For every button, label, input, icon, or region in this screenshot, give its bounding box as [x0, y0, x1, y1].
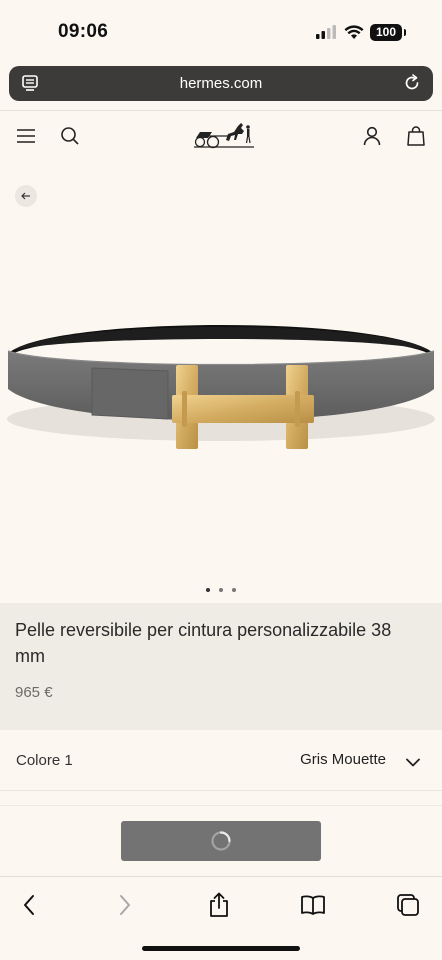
status-icons: 100 [316, 23, 406, 41]
status-time: 09:06 [58, 21, 109, 42]
account-icon[interactable] [360, 124, 384, 148]
bookmarks-icon[interactable] [299, 891, 327, 919]
add-to-cart-button[interactable] [121, 821, 321, 861]
carousel-dots[interactable] [0, 588, 442, 592]
url-text: hermes.com [179, 75, 263, 92]
reload-icon[interactable] [402, 73, 422, 98]
menu-icon[interactable] [14, 124, 38, 148]
color-label: Colore 1 [16, 752, 73, 769]
divider [0, 805, 442, 806]
divider [0, 790, 442, 791]
address-bar[interactable]: hermes.com [9, 66, 433, 101]
battery-icon: 100 [370, 23, 406, 41]
back-icon[interactable] [15, 891, 43, 919]
forward-icon[interactable] [111, 891, 139, 919]
signal-icon [316, 25, 336, 39]
loading-spinner-icon [211, 831, 231, 851]
product-price: 965 € [15, 684, 53, 701]
carousel-dot[interactable] [232, 588, 236, 592]
product-gallery[interactable] [0, 161, 442, 603]
product-title: Pelle reversibile per cintura personaliz… [15, 620, 392, 666]
carousel-dot[interactable] [206, 588, 210, 592]
status-bar: 09:06 100 [0, 0, 442, 62]
search-icon[interactable] [58, 124, 82, 148]
share-icon[interactable] [205, 891, 233, 919]
bag-icon[interactable] [404, 124, 428, 148]
wifi-icon [344, 24, 364, 39]
chevron-down-icon[interactable] [406, 754, 420, 772]
home-indicator [142, 946, 300, 951]
belt-image [7, 325, 435, 449]
hermes-logo[interactable] [192, 118, 256, 157]
carousel-dot[interactable] [219, 588, 223, 592]
site-header [0, 111, 442, 161]
product-info: Pelle reversibile per cintura personaliz… [0, 603, 442, 730]
tabs-icon[interactable] [394, 891, 422, 919]
color-value[interactable]: Gris Mouette [300, 751, 386, 768]
back-arrow-icon[interactable] [15, 185, 37, 207]
color-selector[interactable]: Colore 1 Gris Mouette [0, 730, 442, 790]
